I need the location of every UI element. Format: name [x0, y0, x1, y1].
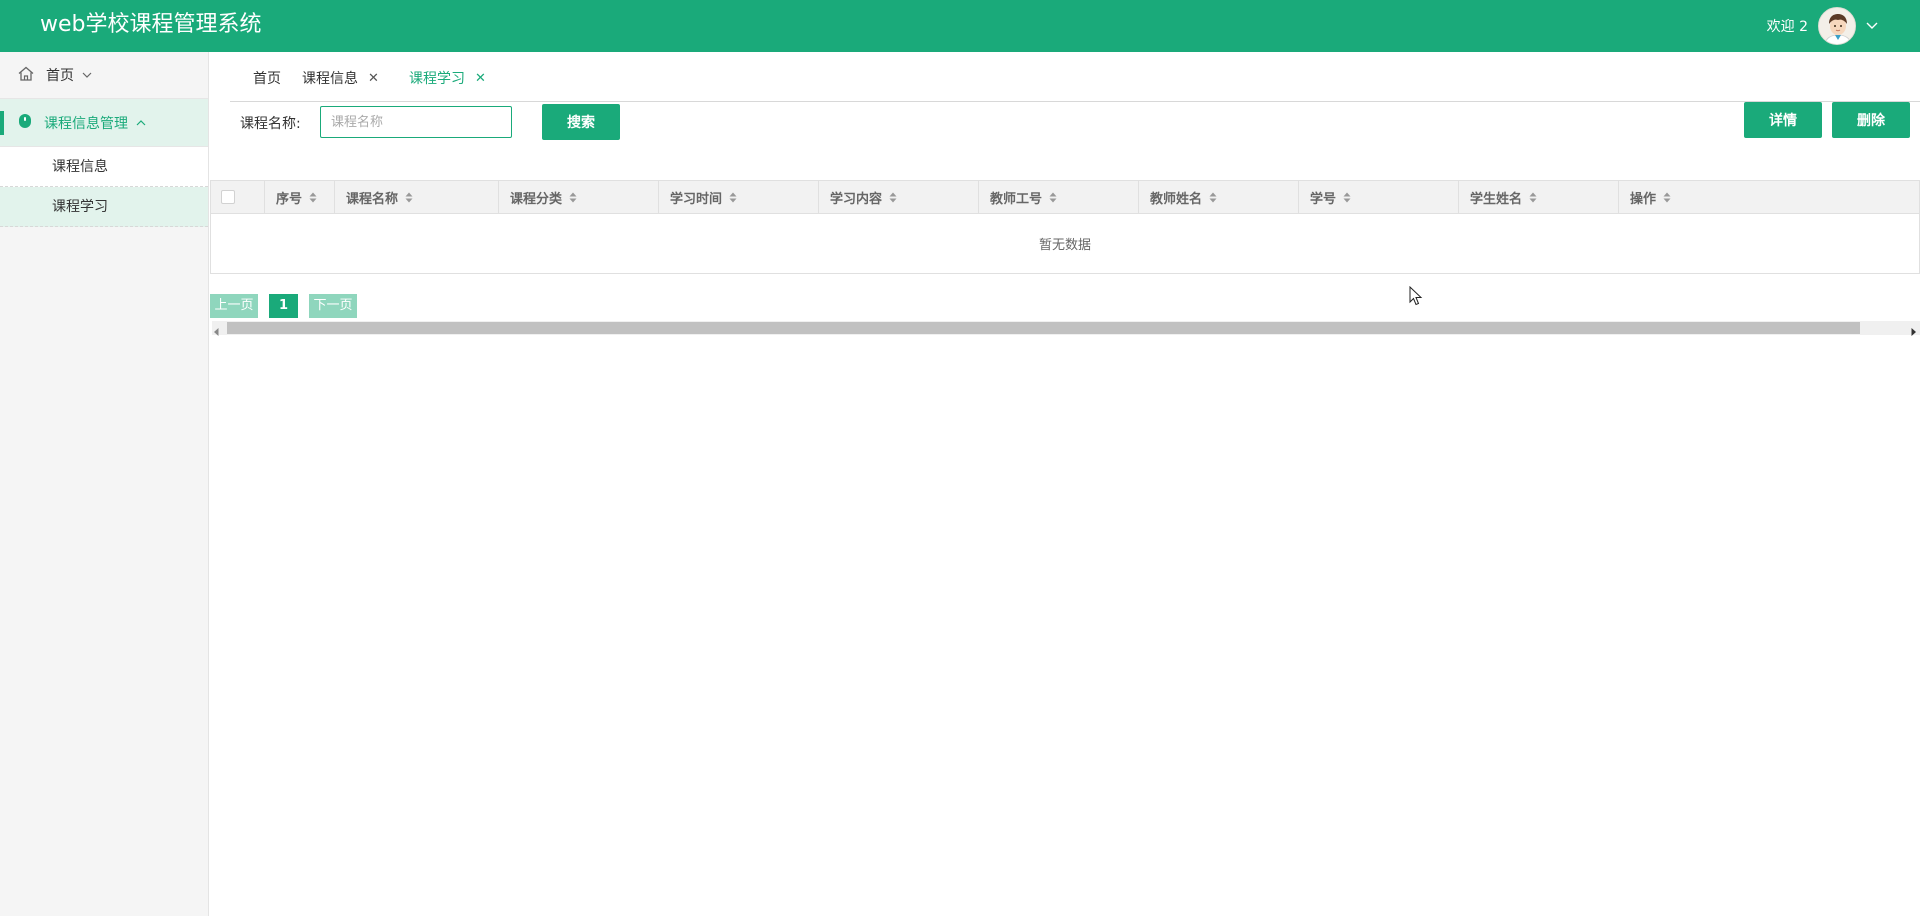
tab-label: 课程信息: [302, 71, 358, 87]
scrollbar-thumb[interactable]: [227, 322, 1860, 334]
tab-course-info[interactable]: 课程信息 ✕: [302, 68, 379, 88]
sidebar: 首页 课程信息管理 课程信息 课程学习: [0, 52, 209, 916]
column-header[interactable]: 操作: [1619, 181, 1919, 213]
tab-label: 首页: [253, 71, 281, 87]
mouse-cursor-icon: [1409, 285, 1423, 310]
tab-course-study[interactable]: 课程学习 ✕: [409, 68, 486, 88]
sort-icon[interactable]: [729, 192, 737, 203]
empty-state: 暂无数据: [211, 214, 1919, 273]
sort-icon[interactable]: [1343, 192, 1351, 203]
sort-icon[interactable]: [1663, 192, 1671, 203]
top-header: web学校课程管理系统 欢迎 2: [0, 0, 1920, 52]
sidebar-item-label: 首页: [46, 68, 74, 84]
app-title: web学校课程管理系统: [40, 12, 262, 37]
chevron-down-icon[interactable]: [1866, 22, 1878, 30]
chevron-up-icon: [136, 119, 146, 126]
delete-button[interactable]: 删除: [1832, 102, 1910, 138]
sort-icon[interactable]: [889, 192, 897, 203]
user-menu[interactable]: 欢迎 2: [1767, 6, 1878, 46]
column-header[interactable]: 教师姓名: [1139, 181, 1299, 213]
sidebar-item-course-study[interactable]: 课程学习: [0, 187, 208, 227]
sidebar-item-course-info[interactable]: 课程信息: [0, 147, 208, 187]
column-header[interactable]: 学习时间: [659, 181, 819, 213]
scroll-right-icon[interactable]: [1911, 324, 1916, 340]
search-input[interactable]: [320, 106, 512, 138]
sort-icon[interactable]: [1209, 192, 1217, 203]
horizontal-scrollbar[interactable]: [212, 321, 1920, 336]
search-label: 课程名称:: [240, 116, 301, 132]
table-header: 序号 课程名称 课程分类 学习时间 学习内容 教师工号 教师姓名 学号 学生姓名…: [211, 181, 1919, 214]
sort-icon[interactable]: [569, 192, 577, 203]
column-label: 学生姓名: [1470, 191, 1523, 207]
column-header[interactable]: 序号: [265, 181, 335, 213]
sidebar-item-home[interactable]: 首页: [0, 52, 208, 99]
data-table: 序号 课程名称 课程分类 学习时间 学习内容 教师工号 教师姓名 学号 学生姓名…: [210, 180, 1920, 274]
home-icon: [18, 66, 34, 85]
column-header[interactable]: 课程分类: [499, 181, 659, 213]
select-all-cell: [211, 181, 265, 213]
tab-bar: 首页 课程信息 ✕ 课程学习 ✕: [230, 58, 1920, 102]
welcome-text: 欢迎 2: [1766, 19, 1808, 35]
prev-page-button[interactable]: 上一页: [210, 294, 258, 318]
column-label: 教师姓名: [1150, 191, 1203, 207]
empty-text: 暂无数据: [1038, 238, 1091, 253]
column-header[interactable]: 学习内容: [819, 181, 979, 213]
column-label: 学习时间: [670, 191, 723, 207]
sort-icon[interactable]: [1049, 192, 1057, 203]
sort-icon[interactable]: [405, 192, 413, 203]
user-avatar-icon[interactable]: [1818, 7, 1856, 45]
column-header[interactable]: 教师工号: [979, 181, 1139, 213]
column-label: 学习内容: [830, 191, 883, 207]
close-icon[interactable]: ✕: [475, 71, 486, 86]
column-label: 课程名称: [346, 191, 399, 207]
sort-icon[interactable]: [1529, 192, 1537, 203]
chevron-down-icon: [82, 72, 92, 78]
scroll-left-icon[interactable]: [214, 324, 219, 340]
close-icon[interactable]: ✕: [368, 71, 379, 86]
course-icon: [18, 113, 32, 133]
detail-button[interactable]: 详情: [1744, 102, 1822, 138]
column-header[interactable]: 学生姓名: [1459, 181, 1619, 213]
column-label: 课程分类: [510, 191, 563, 207]
column-header[interactable]: 课程名称: [335, 181, 499, 213]
column-label: 序号: [276, 191, 303, 207]
sort-icon[interactable]: [309, 192, 317, 203]
tab-home[interactable]: 首页: [253, 68, 281, 88]
next-page-button[interactable]: 下一页: [309, 294, 357, 318]
search-button[interactable]: 搜索: [542, 104, 620, 140]
page-number-button[interactable]: 1: [269, 294, 298, 318]
select-all-checkbox[interactable]: [221, 190, 235, 204]
tab-label: 课程学习: [409, 71, 465, 87]
sidebar-group-course-management[interactable]: 课程信息管理: [0, 99, 208, 147]
column-label: 操作: [1630, 191, 1657, 207]
sidebar-group-label: 课程信息管理: [44, 115, 128, 132]
column-header[interactable]: 学号: [1299, 181, 1459, 213]
column-label: 学号: [1310, 191, 1337, 207]
column-label: 教师工号: [990, 191, 1043, 207]
